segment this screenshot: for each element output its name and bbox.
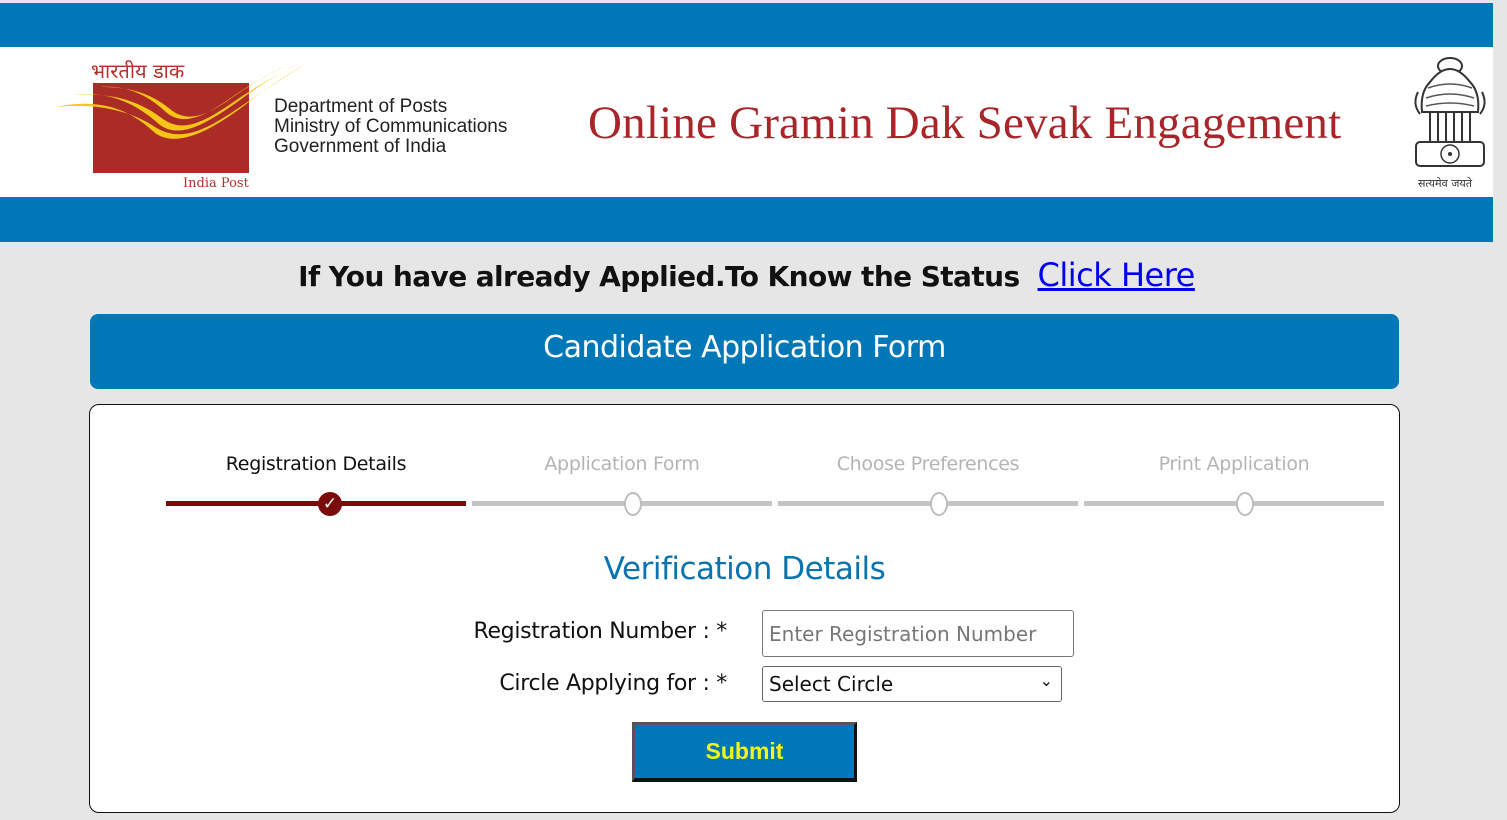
circle-icon [1236,492,1254,516]
step-label: Registration Details [225,453,407,475]
step-label: Application Form [544,453,700,475]
application-form-card: Registration Details ✓ Application Form … [89,404,1400,813]
step-progress-bar [778,501,1078,506]
form-title: Candidate Application Form [543,330,946,365]
status-notice-text: If You have already Applied.To Know the … [298,260,1020,293]
step-progress-bar [166,501,466,506]
check-status-link[interactable]: Click Here [1038,256,1196,294]
step-application-form[interactable]: Application Form [472,405,772,525]
step-choose-preferences[interactable]: Choose Preferences [778,405,1078,525]
header-top-band [0,3,1493,47]
header-bottom-band [0,197,1493,242]
step-label: Choose Preferences [836,453,1020,475]
circle-label: Circle Applying for : * [499,671,727,696]
verification-details-title: Verification Details [603,551,886,587]
emblem-motto: सत्यमेव जयते [1418,177,1473,190]
step-progress-bar [1084,501,1384,506]
ministry-line: Ministry of Communications [274,116,508,137]
circle-icon [930,492,948,516]
logo-india-post-text: India Post [183,176,249,191]
step-label: Print Application [1158,453,1310,475]
circle-select[interactable]: Select Circle ⌄ [762,666,1062,702]
form-header: Candidate Application Form [90,314,1399,389]
chevron-down-icon: ⌄ [1039,671,1053,690]
department-info: Department of Posts Ministry of Communic… [274,97,507,157]
logo-hindi-text: भारतीय डाक [91,59,185,83]
registration-number-input[interactable] [762,610,1074,657]
step-print-application[interactable]: Print Application [1084,405,1384,525]
site-header: भारतीय डाक India Post Department of Post… [0,0,1493,242]
site-title: Online Gramin Dak Sevak Engagement [588,97,1342,149]
circle-icon [624,492,642,516]
department-line: Department of Posts [274,96,448,117]
government-line: Government of India [274,136,447,157]
status-notice: If You have already Applied.To Know the … [0,256,1493,294]
circle-select-value: Select Circle [769,672,894,696]
national-emblem-icon [1414,57,1486,167]
submit-button[interactable]: Submit [632,722,857,782]
registration-number-label: Registration Number : * [473,619,727,644]
check-icon: ✓ [318,492,342,516]
step-progress-bar [472,501,772,506]
step-registration-details[interactable]: Registration Details ✓ [166,405,466,525]
